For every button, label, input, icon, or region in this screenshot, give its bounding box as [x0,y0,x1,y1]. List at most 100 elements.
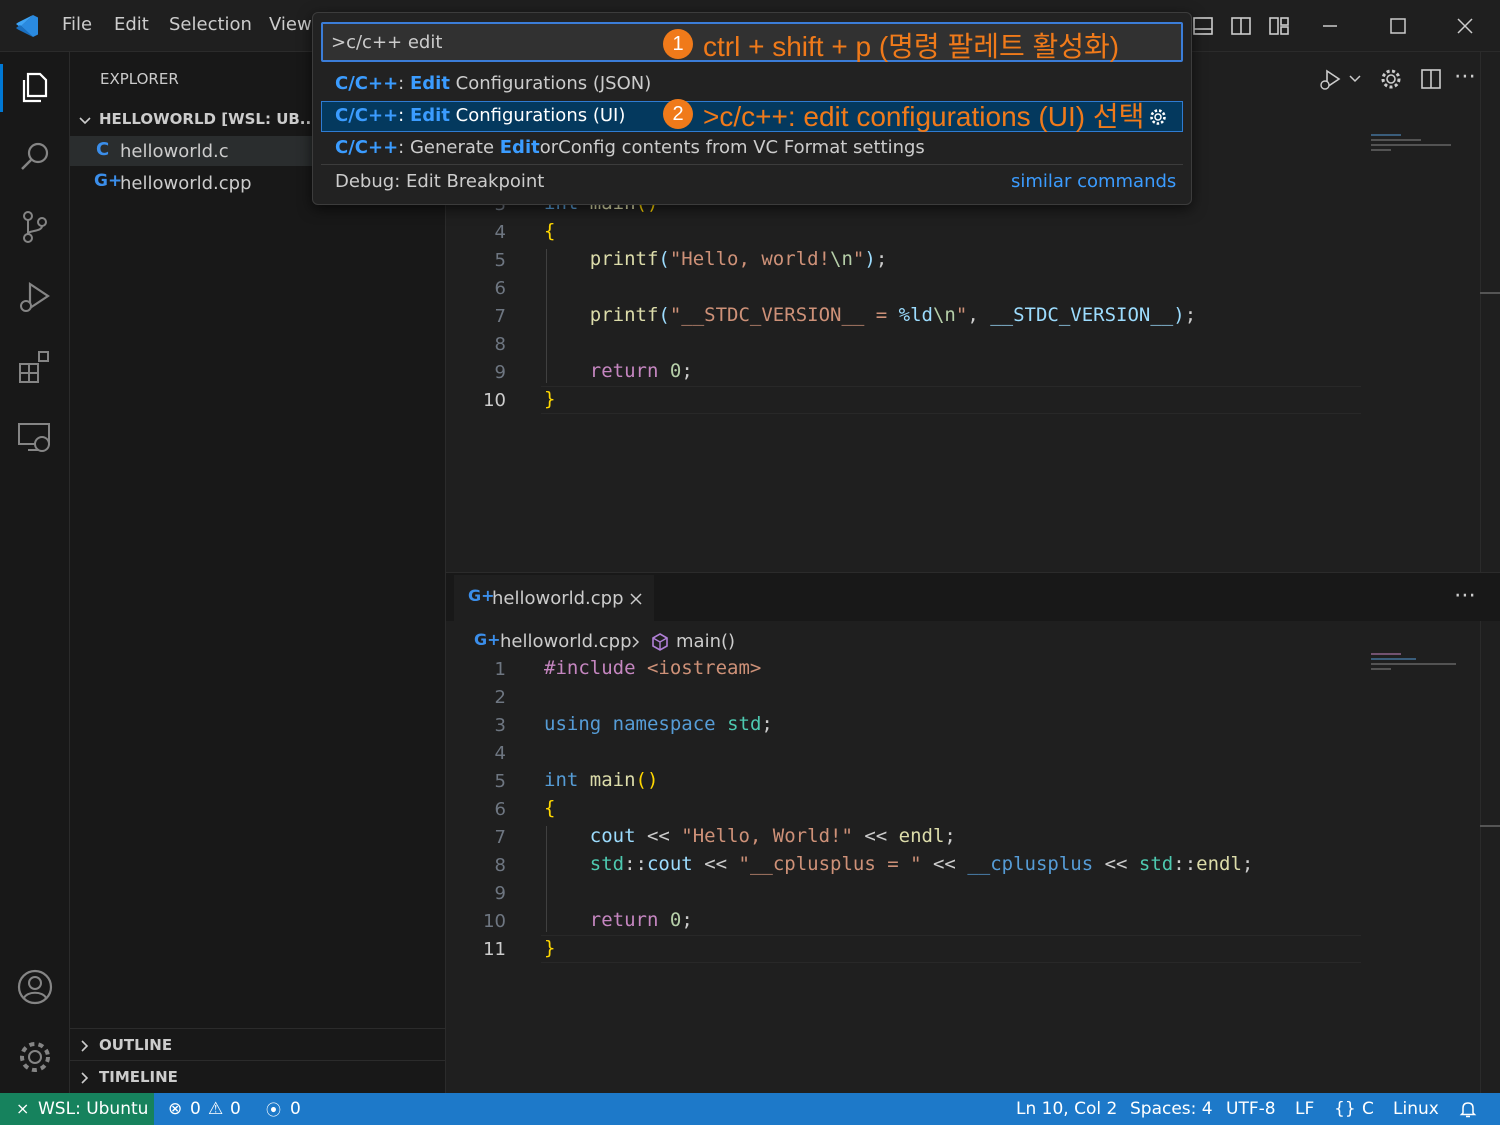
tab-helloworld-cpp[interactable]: G+ helloworld.cpp [454,575,654,621]
remote-indicator[interactable]: ⨯ WSL: Ubuntu [0,1093,154,1125]
line-number: 8 [494,334,506,355]
annotation-badge-2: 2 [663,99,693,129]
explorer-icon[interactable] [14,66,56,108]
run-debug-icon[interactable] [1318,66,1344,92]
code-line[interactable]: printf("Hello, world!\n"); [544,248,888,270]
divider [70,1028,446,1029]
close-tab-icon[interactable] [629,592,643,606]
minimap[interactable] [1371,653,1461,683]
chevron-down-icon[interactable] [1348,72,1362,86]
extensions-icon[interactable] [14,346,56,388]
search-icon[interactable] [14,136,56,178]
problems-indicator[interactable]: ⊗ 0 ⚠ 0 [166,1093,248,1125]
gear-icon[interactable] [1148,107,1168,127]
outline-section[interactable]: OUTLINE [70,1032,446,1060]
line-number: 8 [494,855,506,876]
line-number: 10 [483,911,506,932]
breadcrumb-file[interactable]: helloworld.cpp [500,631,632,652]
breadcrumb-symbol[interactable]: main() [676,631,735,652]
chevron-right-icon [81,1072,89,1084]
bell-icon[interactable] [1458,1099,1478,1119]
line-number: 2 [494,687,506,708]
line-number: 9 [494,883,506,904]
timeline-label: TIMELINE [99,1068,178,1086]
annotation-callout-2: >c/c++: edit configurations (UI) 선택 [703,101,1145,132]
folder-name: HELLOWORLD [WSL: UB... [99,110,317,128]
command-label: Configurations (UI) [449,105,626,126]
command-category: C/C++ [335,73,399,94]
editor-group-bottom: G+ helloworld.cpp ⋯ G+ helloworld.cpp ma… [446,572,1500,1094]
command-label: Debug: Edit Breakpoint [335,171,545,192]
cpp-file-icon: G+ [94,171,123,191]
encoding[interactable]: UTF-8 [1226,1099,1276,1119]
code-line[interactable]: return 0; [544,360,693,382]
end-of-line[interactable]: LF [1295,1099,1314,1119]
command-match: Edit [409,105,450,126]
line-number: 6 [494,278,506,299]
maximize-icon[interactable] [1386,14,1410,38]
sidebar-title: EXPLORER [100,70,179,88]
scrollbar-marker[interactable] [1480,292,1500,294]
chevron-right-icon [632,636,640,648]
cpp-file-icon: G+ [468,586,495,605]
code-line[interactable]: cout << "Hello, World!" << endl; [544,825,956,847]
menu-selection[interactable]: Selection [169,14,252,35]
menu-view[interactable]: View [269,14,312,35]
error-count: 0 [190,1099,201,1119]
active-indicator [0,64,3,112]
command-category: C/C++ [335,137,399,158]
chevron-down-icon [79,117,91,125]
divider [70,1060,446,1061]
remote-explorer-icon[interactable] [14,416,56,458]
braces-icon: {} [1334,1099,1356,1119]
line-number: 5 [494,771,506,792]
menu-edit[interactable]: Edit [114,14,149,35]
scrollbar-marker[interactable] [1480,825,1500,827]
more-actions-icon[interactable]: ⋯ [1454,583,1476,608]
minimize-icon[interactable] [1318,14,1342,38]
platform[interactable]: Linux [1393,1099,1439,1119]
minimap[interactable] [1371,134,1461,164]
status-bar: ⨯ WSL: Ubuntu ⊗ 0 ⚠ 0 ⦿ 0 Ln 10, Col 2 S… [0,1093,1500,1125]
accounts-icon[interactable] [14,966,56,1008]
code-line[interactable]: using namespace std; [544,713,773,735]
timeline-section[interactable]: TIMELINE [70,1064,446,1092]
cursor-position[interactable]: Ln 10, Col 2 [1016,1099,1117,1119]
line-number: 7 [494,306,506,327]
close-icon[interactable] [1453,14,1477,38]
file-label: helloworld.cpp [120,173,252,194]
command-input-value: >c/c++ edit [331,32,443,53]
code-line[interactable]: printf("__STDC_VERSION__ = %ld\n", __STD… [544,304,1196,326]
command-item-debug-edit-breakpoint[interactable]: Debug: Edit Breakpoint similar commands [321,167,1183,198]
code-line[interactable]: { [544,220,555,242]
code-line[interactable]: std::cout << "__cplusplus = " << __cplus… [544,853,1254,875]
split-editor-icon[interactable] [1418,66,1444,92]
line-number: 4 [494,222,506,243]
run-debug-icon[interactable] [14,276,56,318]
line-number: 7 [494,827,506,848]
manage-gear-icon[interactable] [14,1036,56,1078]
broadcast-icon: ⦿ [266,1101,282,1119]
toggle-secondary-sidebar-icon[interactable] [1230,15,1252,37]
menu-file[interactable]: File [62,14,92,35]
code-line[interactable]: { [544,797,555,819]
customize-layout-icon[interactable] [1268,15,1290,37]
gear-icon[interactable] [1378,66,1404,92]
command-match: Edit [409,73,450,94]
more-actions-icon[interactable]: ⋯ [1454,64,1476,89]
code-line[interactable]: return 0; [544,909,693,931]
language-mode[interactable]: C [1362,1099,1374,1119]
code-line[interactable]: int main() [544,769,658,791]
remote-icon: ⨯ [16,1099,30,1118]
indentation[interactable]: Spaces: 4 [1130,1099,1213,1119]
code-line[interactable]: #include <iostream> [544,657,761,679]
current-line-highlight [541,386,1361,414]
command-item-generate-editorconfig[interactable]: C/C++: Generate EditorConfig contents fr… [321,133,1183,164]
source-control-icon[interactable] [14,206,56,248]
scrollbar-track [1480,52,1481,572]
tab-label: helloworld.cpp [492,588,624,609]
similar-commands-link[interactable]: similar commands [1011,171,1176,192]
vscode-logo-icon [16,15,38,37]
ports-indicator[interactable]: ⦿ 0 [264,1093,304,1125]
toggle-panel-icon[interactable] [1192,15,1214,37]
